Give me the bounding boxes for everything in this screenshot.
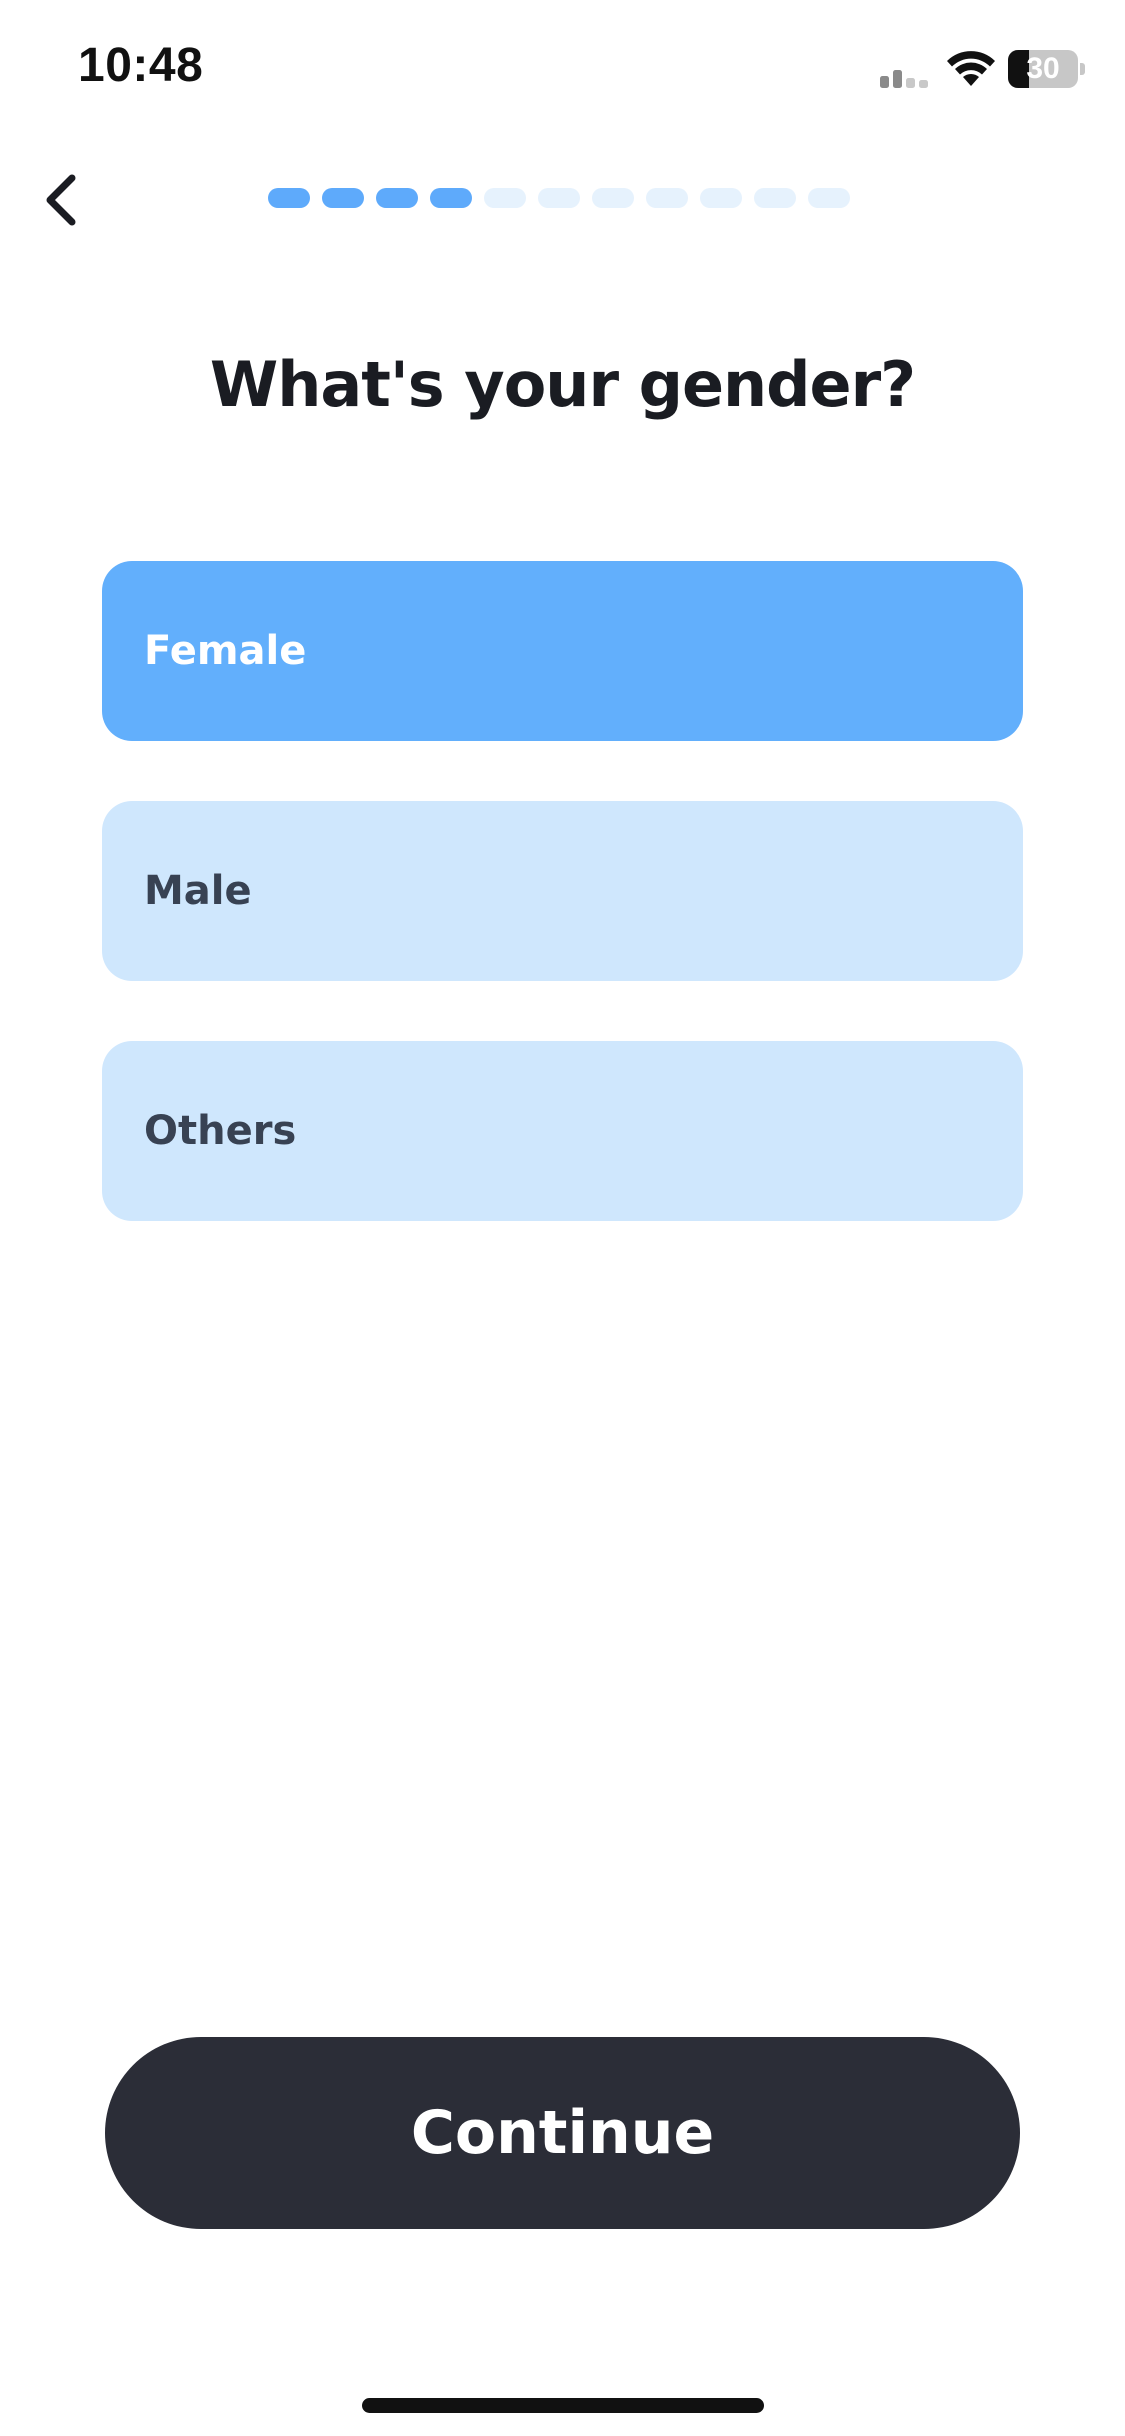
option-label: Male: [144, 868, 252, 914]
page-title: What's your gender?: [209, 348, 916, 421]
gender-options: Female Male Others: [102, 561, 1023, 1281]
battery-icon: 30: [1008, 50, 1086, 88]
screen: 10:48 30 What's your gender? Female Male…: [0, 0, 1125, 2436]
battery-level: 30: [1026, 52, 1060, 85]
progress-step-4: [430, 188, 472, 208]
progress-step-1: [268, 188, 310, 208]
option-label: Female: [144, 628, 307, 674]
status-bar: 10:48 30: [0, 0, 1125, 140]
continue-button[interactable]: Continue: [105, 2037, 1020, 2229]
status-time: 10:48: [78, 39, 204, 92]
option-female[interactable]: Female: [102, 561, 1023, 741]
option-others[interactable]: Others: [102, 1041, 1023, 1221]
battery-cap: [1080, 63, 1085, 75]
wifi-icon: [947, 51, 995, 86]
progress-step-11: [808, 188, 850, 208]
progress-step-7: [592, 188, 634, 208]
option-male[interactable]: Male: [102, 801, 1023, 981]
progress-step-10: [754, 188, 796, 208]
battery-body: 30: [1008, 50, 1078, 88]
progress-step-6: [538, 188, 580, 208]
back-button[interactable]: [22, 160, 102, 240]
progress-step-2: [322, 188, 364, 208]
option-label: Others: [144, 1108, 297, 1154]
step-progress-indicator: [268, 188, 850, 208]
cellular-signal-icon: [880, 70, 928, 88]
continue-label: Continue: [410, 2098, 715, 2168]
progress-step-8: [646, 188, 688, 208]
progress-step-9: [700, 188, 742, 208]
chevron-left-icon: [46, 174, 76, 226]
progress-step-3: [376, 188, 418, 208]
progress-step-5: [484, 188, 526, 208]
home-indicator: [362, 2398, 764, 2413]
